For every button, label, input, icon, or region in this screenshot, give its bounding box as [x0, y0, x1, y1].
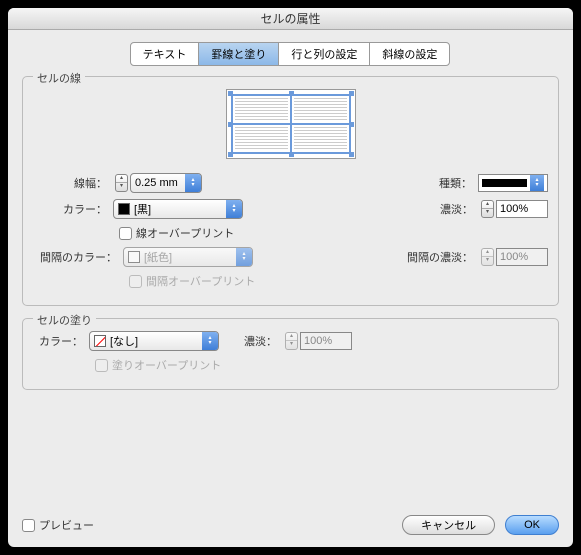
tabs: テキスト 罫線と塗り 行と列の設定 斜線の設定	[22, 42, 559, 66]
color-dropdown[interactable]: [黒]	[113, 199, 243, 219]
preview-checkbox[interactable]	[22, 519, 35, 532]
gap-overprint-checkbox	[129, 275, 142, 288]
fill-tint-stepper: ▴▾	[285, 332, 298, 350]
type-label: 種類：	[428, 175, 478, 191]
tab-diagonal[interactable]: 斜線の設定	[369, 42, 450, 66]
fill-overprint-checkbox	[95, 359, 108, 372]
fill-tint-label: 濃淡：	[239, 333, 283, 349]
tab-text[interactable]: テキスト	[130, 42, 200, 66]
swatch-black-icon	[118, 203, 130, 215]
fill-color-dropdown[interactable]: [なし]	[89, 331, 219, 351]
type-dropdown[interactable]	[478, 174, 548, 192]
gap-overprint-label: 間隔オーバープリント	[146, 273, 255, 289]
gap-tint-label: 間隔の濃淡：	[407, 249, 479, 265]
color-label: カラー：	[33, 201, 113, 217]
fill-legend: セルの塗り	[33, 312, 96, 328]
stroke-overprint-checkbox[interactable]	[119, 227, 132, 240]
swatch-none-icon	[94, 335, 106, 347]
cell-preview[interactable]	[226, 89, 356, 159]
tint-label: 濃淡：	[429, 201, 479, 217]
weight-label: 線幅：	[33, 175, 113, 191]
preview-label: プレビュー	[39, 517, 94, 533]
fill-color-label: カラー：	[33, 333, 89, 349]
swatch-paper-icon	[128, 251, 140, 263]
fill-overprint-label: 塗りオーバープリント	[112, 357, 221, 373]
gap-tint-stepper: ▴▾	[481, 248, 494, 266]
weight-combo[interactable]: 0.25 mm	[130, 173, 202, 193]
tint-stepper[interactable]: ▴▾	[481, 200, 494, 218]
titlebar: セルの属性	[8, 8, 573, 30]
stroke-overprint-label: 線オーバープリント	[136, 225, 234, 241]
gap-tint-field	[496, 248, 548, 266]
tint-field[interactable]	[496, 200, 548, 218]
solid-line-icon	[482, 179, 527, 187]
cancel-button[interactable]: キャンセル	[402, 515, 495, 535]
fill-tint-field	[300, 332, 352, 350]
dialog-window: セルの属性 テキスト 罫線と塗り 行と列の設定 斜線の設定 セルの線 線幅： ▴…	[8, 8, 573, 547]
gap-color-label: 間隔のカラー：	[33, 249, 123, 265]
stroke-fieldset: セルの線 線幅： ▴▾ 0.25 mm 種類：	[22, 76, 559, 306]
fill-fieldset: セルの塗り カラー： [なし] 濃淡： ▴▾ 塗りオーバープリント	[22, 318, 559, 390]
ok-button[interactable]: OK	[505, 515, 559, 535]
weight-stepper[interactable]: ▴▾	[115, 174, 128, 192]
gap-color-dropdown: [紙色]	[123, 247, 253, 267]
stroke-legend: セルの線	[33, 70, 85, 86]
tab-stroke-fill[interactable]: 罫線と塗り	[198, 42, 279, 66]
tab-rows-cols[interactable]: 行と列の設定	[278, 42, 370, 66]
